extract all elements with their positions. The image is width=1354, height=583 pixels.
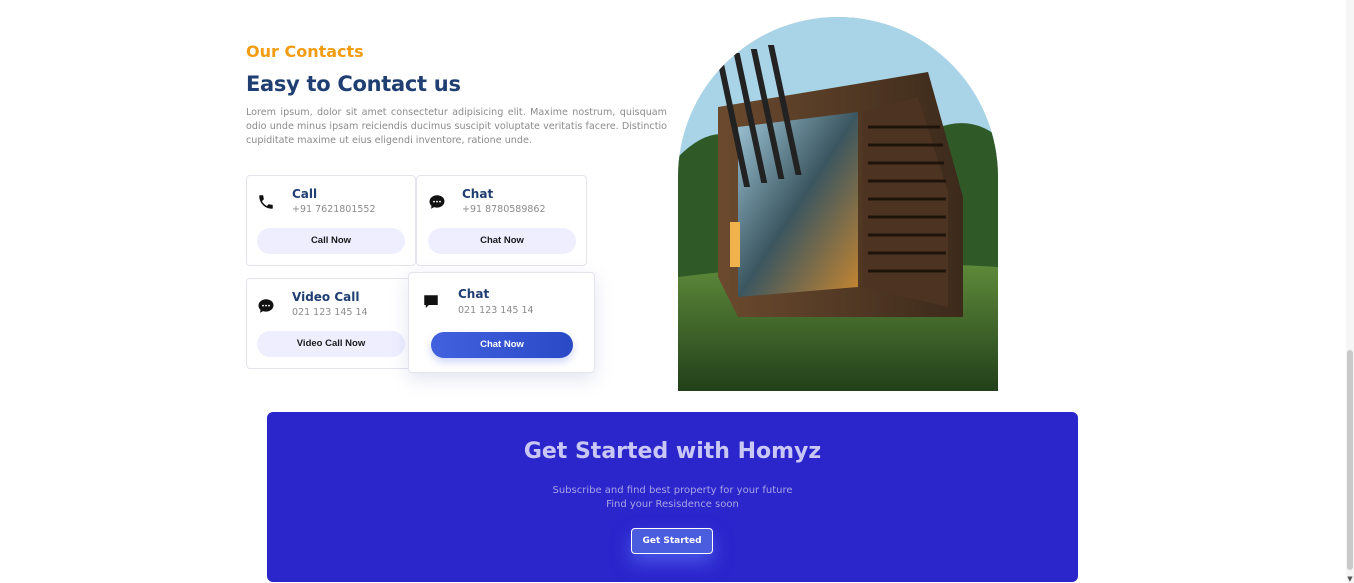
contact-card-video-call: Video Call 021 123 145 14 Video Call Now — [246, 278, 416, 369]
card-title: Video Call — [292, 290, 360, 304]
video-call-now-button[interactable]: Video Call Now — [257, 331, 405, 357]
contact-card-chat-active: Chat 021 123 145 14 Chat Now — [408, 272, 595, 373]
phone-icon — [257, 193, 275, 211]
card-title: Call — [292, 187, 318, 201]
chat-bubble-icon — [428, 193, 446, 211]
card-title: Chat — [458, 287, 490, 301]
chat-now-button-active[interactable]: Chat Now — [431, 332, 573, 358]
chat-bubble-icon — [257, 297, 275, 315]
banner-subtitle-line2: Find your Resisdence soon — [606, 499, 739, 510]
banner-subtitle-line1: Subscribe and find best property for you… — [552, 485, 793, 496]
card-number: 021 123 145 14 — [292, 307, 368, 318]
scrollbar-thumb[interactable] — [1347, 350, 1353, 570]
section-title: Easy to Contact us — [246, 72, 461, 96]
contact-card-call: Call +91 7621801552 Call Now — [246, 175, 416, 266]
section-eyebrow: Our Contacts — [246, 42, 364, 61]
banner-title: Get Started with Homyz — [523, 439, 822, 464]
contact-card-chat: Chat +91 8780589862 Chat Now — [416, 175, 587, 266]
scroll-down-icon[interactable]: ▼ — [1346, 575, 1354, 583]
card-title: Chat — [462, 187, 494, 201]
section-description: Lorem ipsum, dolor sit amet consectetur … — [246, 107, 667, 146]
get-started-banner: Get Started with Homyz Subscribe and fin… — [267, 412, 1078, 582]
chat-now-button[interactable]: Chat Now — [428, 228, 576, 254]
card-number: +91 8780589862 — [462, 204, 546, 215]
message-icon — [422, 293, 440, 311]
call-now-button[interactable]: Call Now — [257, 228, 405, 254]
card-number: +91 7621801552 — [292, 204, 376, 215]
house-image — [678, 17, 998, 391]
scrollbar[interactable]: ▼ — [1346, 0, 1354, 583]
get-started-button[interactable]: Get Started — [631, 528, 713, 554]
card-number: 021 123 145 14 — [458, 305, 534, 316]
